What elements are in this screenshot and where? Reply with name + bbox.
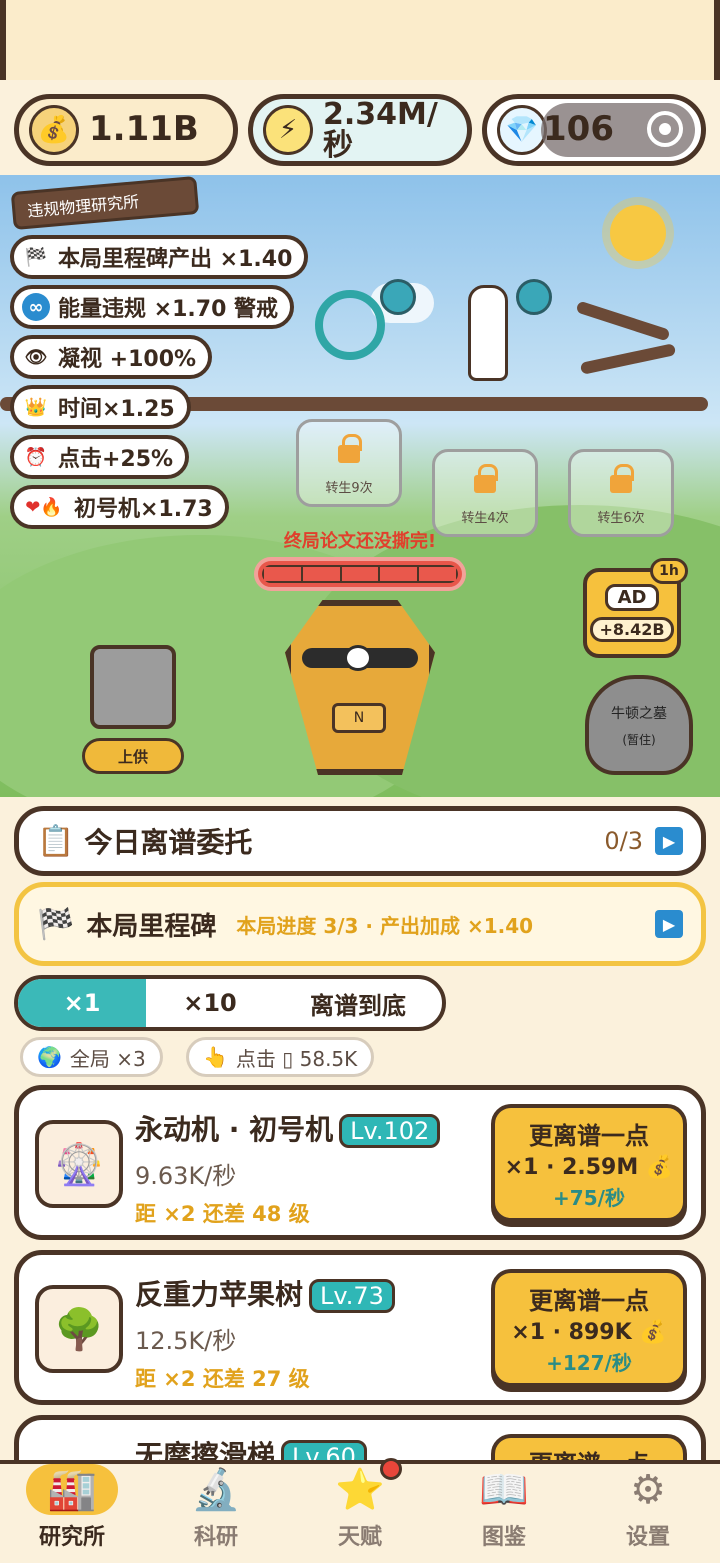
generator-name: 永动机 · 初号机 Lv.102	[135, 1108, 441, 1148]
eye-icon: 👁	[24, 346, 48, 368]
globe-icon: 🌍	[37, 1045, 62, 1069]
ad-timer-badge: 1h	[650, 558, 688, 584]
milestone-title: 本局里程碑	[86, 911, 217, 942]
energy-orb-icon[interactable]	[380, 279, 416, 315]
nav-codex[interactable]: 📖 图鉴	[432, 1464, 576, 1563]
lock-icon	[610, 464, 634, 493]
level-badge: Lv.102	[339, 1114, 441, 1148]
gem-value: 106	[543, 109, 614, 150]
crown-icon: 👑	[24, 396, 48, 418]
generator-need: 距 ×2 还差 27 级	[135, 1367, 310, 1391]
modifier-tag: ⏰ 点击+25%	[10, 435, 190, 479]
pointing-hand-icon: 👆	[203, 1045, 228, 1069]
generator-card: 🌳 反重力苹果树 Lv.73 12.5K/秒 距 ×2 还差 27 级 更离谱一点…	[14, 1250, 706, 1405]
coin-counter[interactable]: 💰 1.11B	[14, 94, 238, 166]
bottom-nav: 🏭 研究所 🔬 科研 ⭐ 天赋 📖 图鉴 ⚙ 设置	[0, 1458, 720, 1563]
microscope-icon: 🔬	[191, 1467, 241, 1513]
nav-settings[interactable]: ⚙ 设置	[576, 1464, 720, 1563]
heart-fire-icon: ❤🔥	[25, 496, 63, 518]
settings-ring-icon[interactable]	[647, 111, 683, 147]
milestone-detail: 本局进度 3/3 · 产出加成 ×1.40	[236, 913, 534, 938]
paper-warning: 终局论文还没撕完!	[283, 531, 437, 552]
money-bag-icon: 💰	[29, 105, 79, 155]
energy-value: 2.34M/ 秒	[323, 96, 438, 163]
scientist-icon[interactable]	[468, 285, 508, 381]
nav-lab[interactable]: 🏭 研究所	[0, 1464, 144, 1563]
alarm-clock-icon: ⏰	[24, 446, 48, 468]
ramp-icon	[575, 300, 671, 342]
level-badge: Lv.73	[309, 1279, 395, 1313]
upgrade-button[interactable]: 更离谱一点 ×1 · 2.59M 💰 +75/秒	[491, 1104, 687, 1222]
sun-icon	[610, 205, 666, 261]
modifier-tag: ∞ 能量违规 ×1.70 警戒	[10, 285, 295, 329]
generator-rate: 12.5K/秒	[135, 1327, 237, 1355]
lightning-icon: ⚡	[263, 105, 313, 155]
magnifier-machine-icon[interactable]	[315, 290, 385, 360]
commission-progress: 0/3	[604, 827, 643, 855]
factory-icon: 🏭	[26, 1464, 118, 1515]
locked-slot[interactable]: 转生6次	[568, 449, 674, 537]
checkered-flag-icon: 🏁	[24, 246, 48, 268]
tap-value-chip: 👆 点击 ▯ 58.5K	[186, 1037, 375, 1077]
game-scene: 违规物理研究所 🏁 本局里程碑产出 ×1.40 ∞ 能量违规 ×1.70 警戒 👁 凝…	[0, 175, 720, 797]
tab-max[interactable]: 离谱到底	[274, 979, 442, 1027]
eye-icon	[344, 645, 372, 671]
gear-icon: ⚙	[630, 1466, 666, 1513]
generator-need: 距 ×2 还差 48 级	[135, 1202, 310, 1226]
coffin-plate: N	[332, 703, 386, 733]
ramp-icon	[579, 343, 677, 375]
gem-counter[interactable]: 💎 106	[482, 94, 706, 166]
offer-button[interactable]: 上供	[82, 738, 184, 774]
locked-slot[interactable]: 转生9次	[296, 419, 402, 507]
nav-talent[interactable]: ⭐ 天赋	[288, 1458, 432, 1563]
diamond-icon: 💎	[497, 105, 547, 155]
generator-rate: 9.63K/秒	[135, 1162, 237, 1190]
status-bar-strip	[0, 0, 720, 80]
generator-card: 🎡 永动机 · 初号机 Lv.102 9.63K/秒 距 ×2 还差 48 级 更…	[14, 1085, 706, 1240]
tab-x10[interactable]: ×10	[146, 979, 274, 1027]
upgrade-button[interactable]: 更离谱一点 ×1 · 899K 💰 +127/秒	[491, 1269, 687, 1387]
ferris-wheel-icon: 🎡	[35, 1120, 123, 1208]
lock-icon	[474, 464, 498, 493]
apple-tree-icon: 🌳	[35, 1285, 123, 1373]
play-arrow-icon: ▶	[655, 910, 683, 938]
notification-dot	[380, 1458, 402, 1480]
altar-icon[interactable]	[90, 645, 176, 729]
locked-slot[interactable]: 转生4次	[432, 449, 538, 537]
modifier-tag: 👑 时间×1.25	[10, 385, 191, 429]
lab-name-badge: 违规物理研究所	[10, 175, 200, 231]
checkered-flag-icon: 🏁	[37, 906, 75, 942]
coin-value: 1.11B	[89, 109, 199, 150]
currency-bar: 💰 1.11B ⚡ 2.34M/ 秒 💎 106	[0, 80, 720, 175]
book-icon: 📖	[479, 1467, 529, 1513]
energy-counter[interactable]: ⚡ 2.34M/ 秒	[248, 94, 472, 166]
lock-icon	[338, 434, 362, 463]
nav-research[interactable]: 🔬 科研	[144, 1464, 288, 1563]
generator-name: 反重力苹果树 Lv.73	[135, 1273, 395, 1313]
clipboard-icon: 📋	[37, 823, 75, 859]
infinity-icon: ∞	[22, 293, 50, 321]
global-multiplier-chip: 🌍 全局 ×3	[20, 1037, 163, 1077]
tab-x1[interactable]: ×1	[18, 979, 146, 1027]
commission-title: 今日离谱委托	[84, 826, 253, 859]
modifier-tag: 🏁 本局里程碑产出 ×1.40	[10, 235, 309, 279]
newton-tomb[interactable]: 牛顿之墓 (暂住)	[585, 675, 693, 775]
energy-orb-icon[interactable]	[516, 279, 552, 315]
daily-commission-card[interactable]: 📋 今日离谱委托 0/3 ▶	[14, 806, 706, 876]
buy-multiplier-tabs: ×1 ×10 离谱到底	[14, 975, 446, 1031]
play-arrow-icon: ▶	[655, 827, 683, 855]
milestone-card[interactable]: 🏁 本局里程碑 本局进度 3/3 · 产出加成 ×1.40 ▶	[14, 882, 706, 966]
modifier-tag: 👁 凝视 +100%	[10, 335, 213, 379]
modifier-tag: ❤🔥 初号机×1.73	[10, 485, 229, 529]
paper-progress-bar	[254, 557, 466, 591]
